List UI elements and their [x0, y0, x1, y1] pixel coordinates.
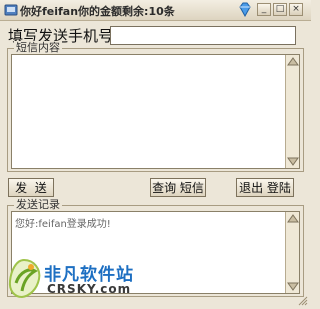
logout-button[interactable]: 退出 登陆 [236, 178, 294, 197]
send-log-label: 发送记录 [14, 198, 62, 212]
minimize-icon: _ [261, 4, 267, 14]
sms-content-textarea[interactable] [11, 54, 300, 169]
scroll-up-icon[interactable] [287, 57, 299, 67]
sms-content-group: 短信内容 [7, 41, 304, 172]
scroll-up-icon[interactable] [287, 214, 299, 224]
watermark: 非凡软件站 CRSKY.com [0, 255, 140, 305]
sms-content-label: 短信内容 [14, 41, 62, 55]
minimize-button[interactable]: _ [257, 3, 271, 16]
send-button[interactable]: 发 送 [8, 178, 54, 197]
resize-grip-icon[interactable] [298, 296, 308, 306]
window-title: 你好feifan你的金额剩余:10条 [20, 5, 175, 18]
sms-scrollbar[interactable] [285, 55, 299, 168]
app-icon [4, 4, 18, 16]
scroll-down-icon[interactable] [287, 156, 299, 166]
send-log-text: 您好:feifan登录成功! [15, 219, 111, 230]
phone-number-input[interactable] [110, 26, 296, 45]
gem-icon[interactable] [238, 2, 252, 17]
maximize-icon: □ [275, 4, 285, 14]
close-button[interactable]: × [289, 3, 303, 16]
query-sms-button[interactable]: 查询 短信 [150, 178, 206, 197]
close-icon: × [292, 4, 300, 14]
title-bar[interactable]: 你好feifan你的金额剩余:10条 _ □ × [0, 0, 311, 21]
watermark-domain: CRSKY.com [47, 282, 132, 296]
watermark-logo-icon [8, 258, 41, 299]
maximize-button[interactable]: □ [273, 3, 287, 16]
scroll-down-icon[interactable] [287, 281, 299, 291]
log-scrollbar[interactable] [285, 212, 299, 293]
